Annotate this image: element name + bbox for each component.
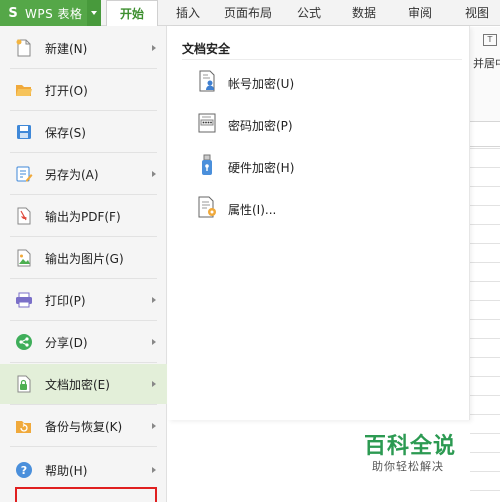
chevron-right-icon bbox=[152, 297, 156, 303]
menu-item-help[interactable]: ? 帮助(H) bbox=[0, 450, 167, 490]
backup-restore-icon bbox=[16, 421, 31, 433]
divider bbox=[10, 404, 157, 405]
divider bbox=[10, 68, 157, 69]
spreadsheet-area: T 并居中 bbox=[470, 27, 500, 502]
submenu-item-label: 硬件加密(H) bbox=[228, 161, 295, 175]
chevron-down-icon[interactable] bbox=[87, 0, 101, 26]
ribbon-tab-bar: S WPS 表格 开始 插入 页面布局 公式 数据 审阅 视图 bbox=[0, 0, 500, 27]
menu-item-export-image[interactable]: 输出为图片(G) bbox=[0, 238, 167, 278]
chevron-right-icon bbox=[152, 381, 156, 387]
menu-item-label: 新建(N) bbox=[45, 41, 88, 56]
wps-logo-icon: S bbox=[8, 5, 18, 21]
submenu-item-password-encrypt[interactable]: 密码加密(P) bbox=[192, 106, 452, 142]
submenu-item-label: 属性(I)... bbox=[228, 203, 277, 217]
account-encrypt-icon bbox=[199, 70, 215, 92]
menu-item-label: 输出为PDF(F) bbox=[45, 209, 121, 224]
menu-item-open[interactable]: 打开(O) bbox=[0, 70, 167, 110]
chevron-right-icon bbox=[152, 423, 156, 429]
app-title: WPS 表格 bbox=[25, 6, 83, 21]
file-menu: 新建(N) 打开(O) 保存(S) 另存为(A) 输出为PDF(F) 输出为图片… bbox=[0, 26, 167, 502]
menu-item-save-as[interactable]: 另存为(A) bbox=[0, 154, 167, 194]
chevron-right-icon bbox=[152, 171, 156, 177]
menu-item-label: 打开(O) bbox=[45, 83, 88, 98]
watermark-title: 百科全说 bbox=[364, 434, 457, 459]
wps-app-menu-button[interactable]: S WPS 表格 bbox=[0, 0, 101, 26]
divider bbox=[10, 320, 157, 321]
menu-item-backup-restore[interactable]: 备份与恢复(K) bbox=[0, 406, 167, 446]
menu-item-label: 帮助(H) bbox=[45, 463, 88, 478]
menu-item-label: 另存为(A) bbox=[45, 167, 99, 182]
menu-item-label: 输出为图片(G) bbox=[45, 251, 124, 266]
svg-text:?: ? bbox=[21, 464, 27, 477]
hardware-encrypt-icon bbox=[202, 154, 212, 175]
chevron-right-icon bbox=[152, 467, 156, 473]
divider bbox=[10, 362, 157, 363]
submenu-title: 文档安全 bbox=[182, 42, 231, 56]
share-icon bbox=[16, 334, 32, 350]
divider bbox=[10, 110, 157, 111]
properties-icon bbox=[198, 196, 216, 218]
menu-item-label: 文档加密(E) bbox=[45, 377, 110, 392]
submenu-item-label: 帐号加密(U) bbox=[228, 77, 295, 91]
menu-item-share[interactable]: 分享(D) bbox=[0, 322, 167, 362]
divider bbox=[10, 236, 157, 237]
divider bbox=[10, 446, 157, 447]
watermark-subtitle: 助你轻松解决 bbox=[372, 460, 444, 473]
cell-grid[interactable] bbox=[470, 148, 500, 502]
formula-bar[interactable] bbox=[470, 123, 500, 147]
ribbon-toolbar: T 并居中 bbox=[470, 27, 500, 122]
submenu-item-properties[interactable]: 属性(I)... bbox=[192, 190, 452, 226]
menu-item-label: 保存(S) bbox=[45, 125, 86, 140]
menu-item-new[interactable]: 新建(N) bbox=[0, 28, 167, 68]
merge-center-label[interactable]: 并居中 bbox=[473, 55, 500, 71]
save-as-icon bbox=[16, 166, 33, 182]
document-encrypt-icon bbox=[17, 375, 31, 393]
watermark-logo: 百科全说 助你轻松解决 bbox=[350, 428, 470, 478]
tab-review[interactable]: 审阅 bbox=[402, 0, 438, 26]
tab-view[interactable]: 视图 bbox=[458, 0, 496, 26]
tab-formulas[interactable]: 公式 bbox=[292, 0, 326, 26]
divider bbox=[182, 59, 462, 60]
password-encrypt-icon bbox=[198, 113, 216, 133]
submenu-item-hardware-encrypt[interactable]: 硬件加密(H) bbox=[192, 148, 452, 184]
submenu-item-account-encrypt[interactable]: 帐号加密(U) bbox=[192, 64, 452, 100]
printer-icon bbox=[16, 292, 32, 308]
image-export-icon bbox=[17, 249, 31, 267]
help-icon: ? bbox=[16, 462, 32, 478]
menu-item-label: 打印(P) bbox=[45, 293, 86, 308]
menu-item-label: 备份与恢复(K) bbox=[45, 419, 123, 434]
tab-insert[interactable]: 插入 bbox=[170, 0, 206, 26]
tab-page-layout[interactable]: 页面布局 bbox=[222, 0, 274, 26]
highlight-box bbox=[15, 487, 157, 502]
menu-item-document-encrypt[interactable]: 文档加密(E) bbox=[0, 364, 167, 404]
menu-item-export-pdf[interactable]: 输出为PDF(F) bbox=[0, 196, 167, 236]
menu-item-label: 分享(D) bbox=[45, 335, 88, 350]
tab-data[interactable]: 数据 bbox=[346, 0, 382, 26]
divider bbox=[10, 152, 157, 153]
new-document-icon bbox=[16, 39, 31, 57]
pdf-export-icon bbox=[17, 207, 31, 225]
document-security-submenu: 文档安全 帐号加密(U) 密码加密(P) 硬件加密(H) 属性(I)... bbox=[168, 26, 470, 420]
divider bbox=[10, 194, 157, 195]
chevron-right-icon bbox=[152, 339, 156, 345]
tab-home[interactable]: 开始 bbox=[106, 0, 158, 27]
merge-center-icon[interactable]: T bbox=[483, 34, 497, 46]
menu-item-print[interactable]: 打印(P) bbox=[0, 280, 167, 320]
submenu-item-label: 密码加密(P) bbox=[228, 119, 293, 133]
folder-open-icon bbox=[16, 85, 32, 96]
menu-item-save[interactable]: 保存(S) bbox=[0, 112, 167, 152]
divider bbox=[10, 278, 157, 279]
save-icon bbox=[17, 125, 31, 139]
chevron-right-icon bbox=[152, 45, 156, 51]
